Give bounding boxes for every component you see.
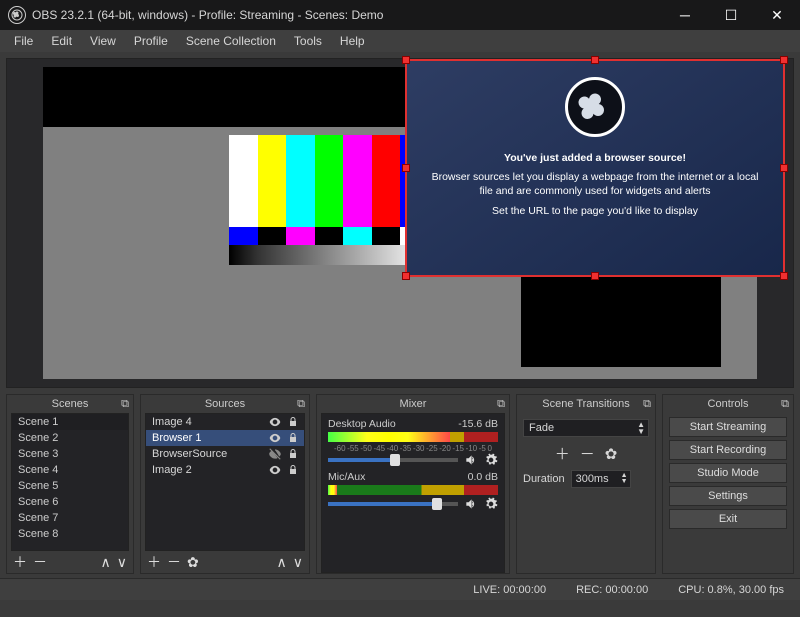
- volume-slider[interactable]: [328, 502, 458, 506]
- visibility-icon[interactable]: [268, 447, 282, 461]
- browser-tip-heading: You've just added a browser source!: [427, 151, 763, 165]
- scene-item[interactable]: Scene 8: [12, 526, 128, 542]
- channel-name: Mic/Aux: [328, 471, 365, 483]
- obs-logo-icon: [565, 77, 625, 137]
- scene-item[interactable]: Scene 7: [12, 510, 128, 526]
- title-bar: OBS 23.2.1 (64-bit, windows) - Profile: …: [0, 0, 800, 30]
- speaker-icon[interactable]: [464, 497, 478, 511]
- source-item[interactable]: Image 2: [146, 462, 304, 478]
- preview-area[interactable]: You've just added a browser source! Brow…: [6, 58, 794, 388]
- controls-title: Controls: [708, 398, 749, 410]
- scene-item[interactable]: Scene 4: [12, 462, 128, 478]
- mixer-body: Desktop Audio-15.6 dB-60-55-50-45-40-35-…: [321, 413, 505, 573]
- scene-add-icon[interactable]: ＋: [13, 552, 27, 572]
- scene-item[interactable]: Scene 5: [12, 478, 128, 494]
- scene-item[interactable]: Scene 1: [12, 414, 128, 430]
- volume-slider[interactable]: [328, 458, 458, 462]
- visibility-icon[interactable]: [268, 431, 282, 445]
- volume-meter: [328, 485, 498, 495]
- menu-file[interactable]: File: [6, 32, 41, 50]
- scene-remove-icon[interactable]: －: [33, 552, 47, 572]
- visibility-icon[interactable]: [268, 415, 282, 429]
- menu-profile[interactable]: Profile: [126, 32, 176, 50]
- maximize-button[interactable]: ☐: [708, 0, 754, 30]
- lock-icon[interactable]: [286, 447, 300, 461]
- status-bar: LIVE: 00:00:00 REC: 00:00:00 CPU: 0.8%, …: [0, 578, 800, 600]
- menu-view[interactable]: View: [82, 32, 124, 50]
- source-down-icon[interactable]: ∨: [293, 554, 303, 571]
- scene-item[interactable]: Scene 2: [12, 430, 128, 446]
- scenes-dock: Scenes⧉ Scene 1Scene 2Scene 3Scene 4Scen…: [6, 394, 134, 574]
- close-button[interactable]: ✕: [754, 0, 800, 30]
- sources-title: Sources: [205, 398, 245, 410]
- gear-icon[interactable]: [484, 453, 498, 467]
- duration-label: Duration: [523, 473, 565, 485]
- volume-meter: [328, 432, 498, 442]
- image-colorbars: [229, 135, 429, 265]
- control-button-settings[interactable]: Settings: [669, 486, 787, 506]
- speaker-icon[interactable]: [464, 453, 478, 467]
- source-remove-icon[interactable]: －: [167, 552, 181, 572]
- source-item[interactable]: BrowserSource: [146, 446, 304, 462]
- visibility-icon[interactable]: [268, 463, 282, 477]
- scenes-popout-icon[interactable]: ⧉: [121, 398, 129, 411]
- menu-bar: File Edit View Profile Scene Collection …: [0, 30, 800, 52]
- source-settings-icon[interactable]: ✿: [187, 554, 199, 571]
- mixer-title: Mixer: [400, 398, 427, 410]
- menu-edit[interactable]: Edit: [43, 32, 80, 50]
- channel-name: Desktop Audio: [328, 418, 396, 430]
- transition-settings-icon[interactable]: ✿: [605, 445, 618, 463]
- control-button-start-recording[interactable]: Start Recording: [669, 440, 787, 460]
- mixer-popout-icon[interactable]: ⧉: [497, 398, 505, 411]
- transition-add-icon[interactable]: ＋: [555, 443, 570, 464]
- duration-input[interactable]: 300ms▲▼: [571, 470, 631, 488]
- sources-popout-icon[interactable]: ⧉: [297, 398, 305, 411]
- sources-list[interactable]: Image 4Browser 1BrowserSourceImage 2: [145, 413, 305, 551]
- browser-tip-line2: Set the URL to the page you'd like to di…: [427, 204, 763, 218]
- source-up-icon[interactable]: ∧: [277, 554, 287, 571]
- scene-item[interactable]: Scene 6: [12, 494, 128, 510]
- browser-source-overlay[interactable]: You've just added a browser source! Brow…: [405, 59, 785, 277]
- status-rec: REC: 00:00:00: [576, 584, 648, 596]
- control-button-exit[interactable]: Exit: [669, 509, 787, 529]
- channel-db: -15.6 dB: [458, 418, 498, 430]
- minimize-button[interactable]: ─: [662, 0, 708, 30]
- menu-help[interactable]: Help: [332, 32, 373, 50]
- transition-select[interactable]: Fade▲▼: [523, 419, 649, 437]
- source-item[interactable]: Image 4: [146, 414, 304, 430]
- menu-tools[interactable]: Tools: [286, 32, 330, 50]
- source-add-icon[interactable]: ＋: [147, 552, 161, 572]
- control-button-studio-mode[interactable]: Studio Mode: [669, 463, 787, 483]
- controls-dock: Controls ⧉ Start Streaming Start Recording…: [662, 394, 794, 574]
- transitions-title: Scene Transitions: [542, 398, 629, 410]
- status-cpu: CPU: 0.8%, 30.00 fps: [678, 584, 784, 596]
- menu-scene-collection[interactable]: Scene Collection: [178, 32, 284, 50]
- gear-icon[interactable]: [484, 497, 498, 511]
- scene-item[interactable]: Scene 3: [12, 446, 128, 462]
- controls-popout-icon[interactable]: ⧉: [781, 398, 789, 411]
- scene-up-icon[interactable]: ∧: [101, 554, 111, 571]
- mixer-channel: Mic/Aux 0.0 dB: [328, 471, 498, 511]
- status-live: LIVE: 00:00:00: [473, 584, 546, 596]
- source-item[interactable]: Browser 1: [146, 430, 304, 446]
- mixer-dock: Mixer⧉ Desktop Audio-15.6 dB-60-55-50-45…: [316, 394, 510, 574]
- window-title: OBS 23.2.1 (64-bit, windows) - Profile: …: [32, 8, 662, 22]
- lock-icon[interactable]: [286, 463, 300, 477]
- lock-icon[interactable]: [286, 415, 300, 429]
- channel-db: 0.0 dB: [468, 471, 498, 483]
- scene-down-icon[interactable]: ∨: [117, 554, 127, 571]
- transitions-popout-icon[interactable]: ⧉: [643, 398, 651, 411]
- scenes-title: Scenes: [52, 398, 89, 410]
- browser-tip-line1: Browser sources let you display a webpag…: [427, 170, 763, 198]
- scenes-list[interactable]: Scene 1Scene 2Scene 3Scene 4Scene 5Scene…: [11, 413, 129, 551]
- obs-app-icon: [8, 6, 26, 24]
- control-button-start-streaming[interactable]: Start Streaming: [669, 417, 787, 437]
- sources-dock: Sources ⧉ Image 4Browser 1BrowserSourceIm…: [140, 394, 310, 574]
- transitions-dock: Scene Transitions ⧉ Fade▲▼ ＋ － ✿ Duration…: [516, 394, 656, 574]
- transition-remove-icon[interactable]: －: [580, 443, 595, 464]
- mixer-channel: Desktop Audio-15.6 dB-60-55-50-45-40-35-…: [328, 418, 498, 467]
- lock-icon[interactable]: [286, 431, 300, 445]
